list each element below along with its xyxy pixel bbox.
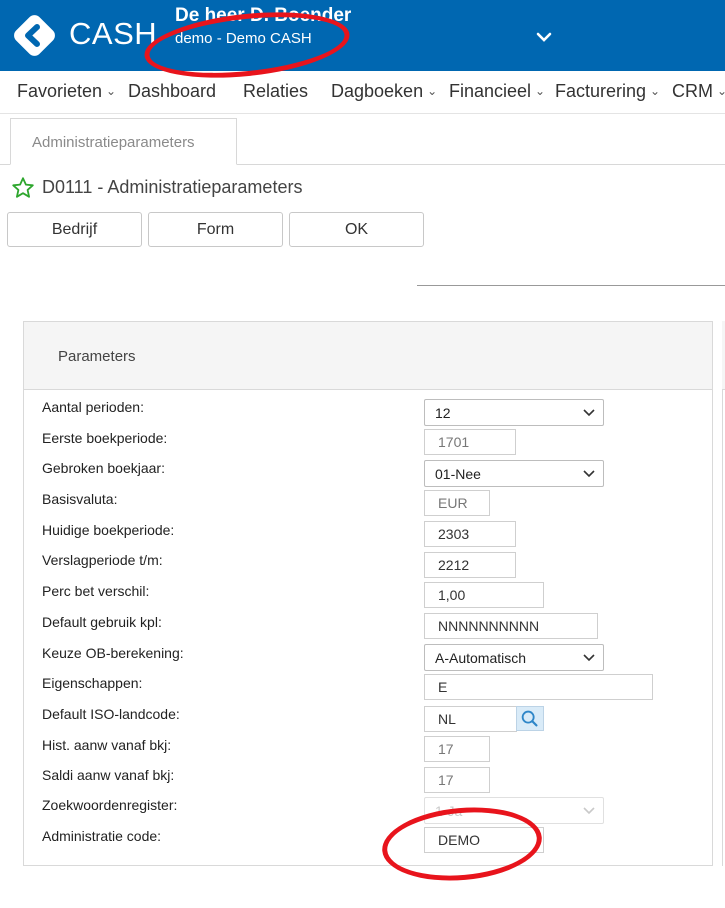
label-default-iso-landcode: Default ISO-landcode:: [42, 706, 180, 722]
menu-dagboeken[interactable]: Dagboeken ⌄: [331, 81, 437, 102]
chevron-down-icon: [583, 654, 595, 662]
main-menu-bar: Favorieten ⌄ Dashboard Relaties Dagboeken…: [0, 71, 725, 114]
chevron-down-icon: [583, 409, 595, 417]
saldi-aanw-field: 17: [424, 767, 490, 793]
tab-administratieparameters[interactable]: Administratieparameters: [10, 118, 237, 165]
chevron-down-icon: ⌄: [717, 84, 725, 98]
landcode-lookup-button[interactable]: [516, 706, 544, 731]
menu-crm[interactable]: CRM⌄: [672, 81, 725, 102]
default-gebruik-kpl-input[interactable]: NNNNNNNNNN: [424, 613, 598, 639]
bedrijf-button[interactable]: Bedrijf: [7, 212, 142, 247]
menu-financieel[interactable]: Financieel ⌄: [449, 81, 545, 102]
cash-logo-icon[interactable]: [12, 13, 57, 58]
label-verslagperiode: Verslagperiode t/m:: [42, 552, 163, 568]
top-header-bar: CASH De heer D. Boender demo - Demo CASH: [0, 0, 725, 71]
user-menu-chevron-icon[interactable]: [536, 32, 552, 42]
label-huidige-boekperiode: Huidige boekperiode:: [42, 522, 175, 538]
eigenschappen-input[interactable]: E: [424, 674, 653, 700]
menu-relaties[interactable]: Relaties: [243, 81, 308, 102]
page-title: D0111 - Administratieparameters: [42, 177, 303, 197]
label-aantal-perioden: Aantal perioden:: [42, 399, 144, 415]
label-gebroken-boekjaar: Gebroken boekjaar:: [42, 460, 165, 476]
label-basisvaluta: Basisvaluta:: [42, 491, 118, 507]
basisvaluta-field: EUR: [424, 490, 490, 516]
chevron-down-icon: ⌄: [650, 84, 661, 98]
favorite-star-icon[interactable]: [11, 176, 35, 200]
panel-header: Parameters: [24, 322, 712, 390]
menu-dashboard[interactable]: Dashboard: [128, 81, 216, 102]
search-icon: [521, 710, 538, 727]
perc-bet-verschil-input[interactable]: 1,00: [424, 582, 544, 608]
eerste-boekperiode-field: 1701: [424, 429, 516, 455]
hist-aanw-field: 17: [424, 736, 490, 762]
label-perc-bet-verschil: Perc bet verschil:: [42, 583, 150, 599]
keuze-ob-berekening-select[interactable]: A-Automatisch: [424, 644, 604, 671]
aantal-perioden-select[interactable]: 12: [424, 399, 604, 426]
label-eerste-boekperiode: Eerste boekperiode:: [42, 430, 168, 446]
iso-landcode-input[interactable]: NL: [424, 706, 517, 732]
label-administratie-code: Administratie code:: [42, 828, 162, 844]
chevron-down-icon: ⌄: [535, 84, 546, 98]
label-eigenschappen: Eigenschappen:: [42, 675, 143, 691]
chevron-down-icon: ⌄: [427, 84, 438, 98]
menu-favorieten[interactable]: Favorieten ⌄: [17, 81, 116, 102]
chevron-down-icon: [583, 470, 595, 478]
label-default-gebruik-kpl: Default gebruik kpl:: [42, 614, 162, 630]
verslagperiode-input[interactable]: 2212: [424, 552, 516, 578]
panel-title: Parameters: [58, 348, 136, 365]
form-button[interactable]: Form: [148, 212, 283, 247]
logo-text: CASH: [69, 16, 158, 51]
label-hist-aanw: Hist. aanw vanaf bkj:: [42, 737, 172, 753]
label-keuze-ob-berekening: Keuze OB-berekening:: [42, 645, 184, 661]
gebroken-boekjaar-select[interactable]: 01-Nee: [424, 460, 604, 487]
chevron-down-icon: ⌄: [106, 84, 117, 98]
label-zoekwoordenregister: Zoekwoordenregister:: [42, 797, 178, 813]
ok-button[interactable]: OK: [289, 212, 424, 247]
divider-line: [417, 285, 725, 286]
label-saldi-aanw: Saldi aanw vanaf bkj:: [42, 767, 175, 783]
menu-facturering[interactable]: Facturering ⌄: [555, 81, 660, 102]
chevron-down-icon: [583, 807, 595, 815]
huidige-boekperiode-input[interactable]: 2303: [424, 521, 516, 547]
